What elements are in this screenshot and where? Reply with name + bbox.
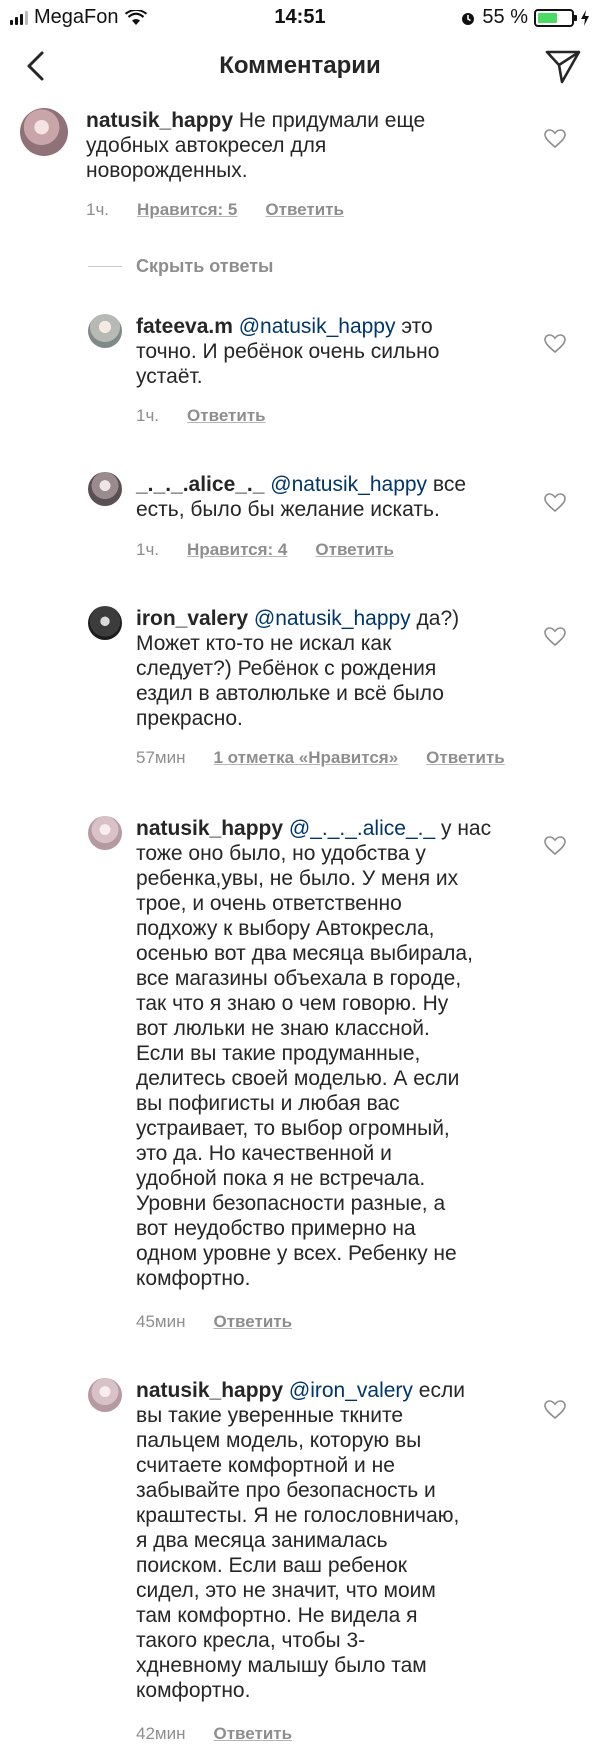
reply-link[interactable]: Ответить	[213, 1724, 292, 1744]
comment-username[interactable]: natusik_happy	[86, 109, 233, 132]
hide-replies-label: Скрыть ответы	[136, 256, 274, 276]
avatar[interactable]	[88, 816, 122, 850]
comment-text: natusik_happy Не придумали еще удобных а…	[86, 109, 426, 182]
comment-time: 45мин	[136, 1312, 186, 1331]
like-heart-icon[interactable]	[544, 1400, 566, 1420]
comment-username[interactable]: natusik_happy	[136, 1379, 283, 1402]
comment-time: 42мин	[136, 1724, 186, 1743]
header-bar: Комментарии	[0, 34, 600, 100]
reply-link[interactable]: Ответить	[213, 1312, 292, 1332]
comment-meta: 42мин Ответить	[136, 1724, 292, 1744]
charging-icon	[581, 9, 589, 26]
comment-username[interactable]: natusik_happy	[136, 817, 283, 840]
comment-text: natusik_happy @_._._.alice_._ у нас тоже…	[136, 817, 492, 1290]
reply-link[interactable]: Ответить	[187, 406, 266, 426]
likes-link[interactable]: Нравится: 5	[137, 200, 237, 220]
comment-username[interactable]: _._._.alice_._	[136, 473, 264, 496]
battery-icon	[534, 8, 577, 27]
like-heart-icon[interactable]	[544, 129, 566, 149]
like-heart-icon[interactable]	[544, 627, 566, 647]
comment-mention[interactable]: @_._._.alice_._	[289, 817, 435, 840]
like-heart-icon[interactable]	[544, 493, 566, 513]
comment-time: 57мин	[136, 748, 186, 767]
hide-replies-button[interactable]: Скрыть ответы	[88, 256, 273, 277]
comment-meta: 1ч. Ответить	[136, 406, 266, 426]
avatar[interactable]	[88, 314, 122, 348]
comment-mention[interactable]: @natusik_happy	[254, 607, 411, 630]
comment-time: 1ч.	[86, 200, 110, 219]
comment-meta: 45мин Ответить	[136, 1312, 292, 1332]
status-right: 55 %	[460, 6, 590, 29]
avatar[interactable]	[88, 472, 122, 506]
page-title: Комментарии	[219, 52, 381, 79]
comment-text: fateeva.m @natusik_happy это точно. И ре…	[136, 315, 440, 388]
comment-username[interactable]: fateeva.m	[136, 315, 233, 338]
comment-meta: 1ч. Нравится: 4 Ответить	[136, 540, 394, 560]
comment-meta: 57мин 1 отметка «Нравится» Ответить	[136, 748, 505, 768]
avatar[interactable]	[88, 1378, 122, 1412]
comment-mention[interactable]: @natusik_happy	[270, 473, 427, 496]
hide-replies-line	[88, 266, 122, 267]
battery-percent: 55 %	[482, 6, 528, 28]
comment-mention[interactable]: @natusik_happy	[239, 315, 396, 338]
like-heart-icon[interactable]	[544, 836, 566, 856]
comment-mention[interactable]: @iron_valery	[289, 1379, 413, 1402]
status-bar: MegaFon 14:51 55 %	[0, 0, 600, 34]
comment-meta: 1ч. Нравится: 5 Ответить	[86, 200, 344, 220]
likes-link[interactable]: 1 отметка «Нравится»	[213, 748, 398, 768]
reply-link[interactable]: Ответить	[265, 200, 344, 220]
like-heart-icon[interactable]	[544, 334, 566, 354]
avatar[interactable]	[88, 606, 122, 640]
reply-link[interactable]: Ответить	[315, 540, 394, 560]
likes-link[interactable]: Нравится: 4	[187, 540, 287, 560]
comment-username[interactable]: iron_valery	[136, 607, 248, 630]
avatar[interactable]	[20, 108, 68, 156]
comment-text: natusik_happy @iron_valery если вы такие…	[136, 1379, 465, 1702]
comment-time: 1ч.	[136, 540, 160, 559]
reply-link[interactable]: Ответить	[426, 748, 505, 768]
comment-text: iron_valery @natusik_happy да?) Может кт…	[136, 607, 460, 730]
comment-time: 1ч.	[136, 406, 160, 425]
alarm-icon	[462, 12, 475, 25]
comment-text: _._._.alice_._ @natusik_happy все есть, …	[136, 473, 467, 521]
share-icon[interactable]	[544, 48, 582, 86]
